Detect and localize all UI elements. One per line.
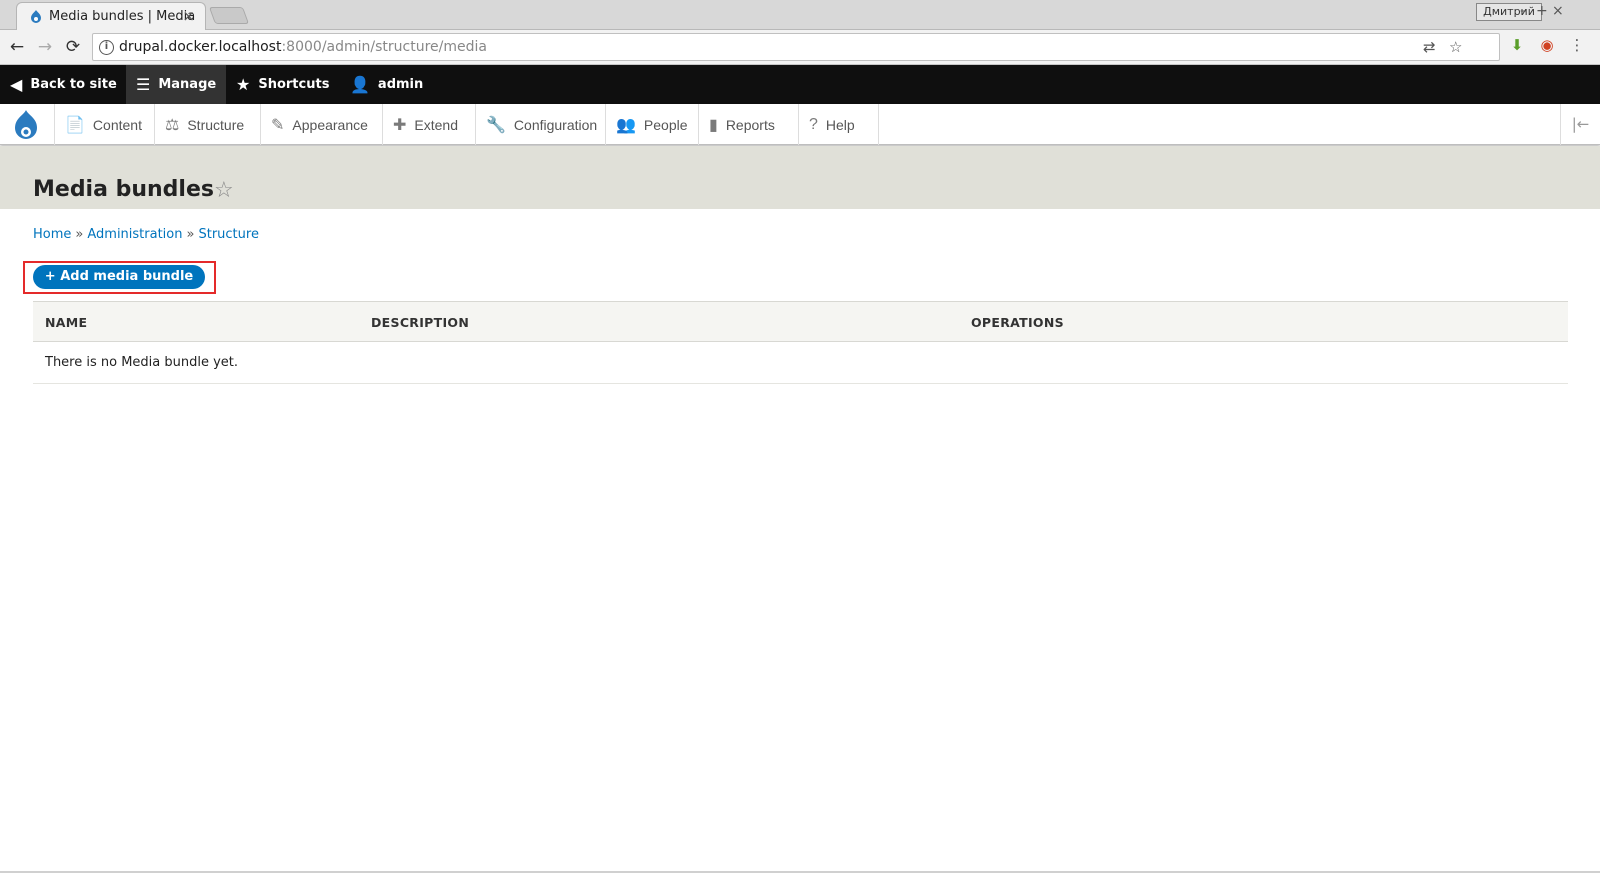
bookmark-star-icon[interactable]: ☆ bbox=[1449, 38, 1462, 56]
breadcrumb-administration[interactable]: Administration bbox=[87, 227, 182, 242]
page-header bbox=[0, 146, 1600, 209]
empty-message: There is no Media bundle yet. bbox=[45, 355, 239, 370]
translate-icon[interactable]: ⇄ bbox=[1423, 38, 1436, 56]
column-header-name[interactable]: NAME bbox=[45, 315, 87, 330]
menu-structure[interactable]: ⚖ Structure bbox=[155, 104, 261, 145]
paintbrush-icon: ✎ bbox=[271, 116, 285, 134]
user-icon: 👤 bbox=[350, 75, 370, 94]
maximize-icon[interactable]: + bbox=[1536, 3, 1548, 19]
new-tab-button[interactable] bbox=[208, 7, 250, 24]
puzzle-icon: ✚ bbox=[393, 116, 407, 134]
table-header: NAME DESCRIPTION OPERATIONS bbox=[33, 301, 1568, 342]
reload-icon[interactable]: ⟳ bbox=[60, 35, 86, 59]
people-icon: 👥 bbox=[616, 116, 636, 134]
back-to-site-link[interactable]: ◀ Back to site bbox=[0, 65, 124, 104]
column-header-description: DESCRIPTION bbox=[371, 315, 470, 330]
breadcrumb-separator: » bbox=[186, 227, 195, 242]
user-tab[interactable]: 👤 admin bbox=[340, 65, 430, 104]
browser-menu-icon[interactable]: ⋮ bbox=[1568, 36, 1586, 54]
bar-chart-icon: ▮ bbox=[709, 116, 718, 134]
menu-configuration[interactable]: 🔧 Configuration bbox=[476, 104, 606, 145]
drupal-toolbar: ◀ Back to site ☰ Manage ★ Shortcuts 👤 ad… bbox=[0, 65, 1600, 104]
breadcrumb-home[interactable]: Home bbox=[33, 227, 71, 242]
media-bundles-table: NAME DESCRIPTION OPERATIONS There is no … bbox=[33, 301, 1568, 384]
url-text: drupal.docker.localhost:8000/admin/struc… bbox=[119, 39, 487, 55]
document-icon: 📄 bbox=[65, 116, 85, 134]
manage-tab[interactable]: ☰ Manage bbox=[126, 65, 226, 104]
drupal-favicon-icon bbox=[31, 10, 41, 23]
browser-tab[interactable]: Media bundles | Media × bbox=[16, 2, 206, 30]
profile-button[interactable]: Дмитрий bbox=[1476, 3, 1542, 21]
tab-close-icon[interactable]: × bbox=[182, 7, 195, 25]
browser-toolbar: ← → ⟳ i drupal.docker.localhost:8000/adm… bbox=[0, 30, 1600, 65]
tray-orientation-toggle-icon[interactable]: |← bbox=[1560, 104, 1600, 145]
breadcrumb-separator: » bbox=[75, 227, 84, 242]
back-arrow-icon[interactable]: ← bbox=[4, 35, 30, 59]
menu-appearance[interactable]: ✎ Appearance bbox=[261, 104, 383, 145]
minimize-icon[interactable]: – bbox=[1520, 3, 1527, 19]
close-window-icon[interactable]: × bbox=[1552, 3, 1564, 19]
chevron-left-circle-icon: ◀ bbox=[10, 75, 23, 94]
hamburger-icon: ☰ bbox=[136, 75, 151, 94]
info-icon[interactable]: i bbox=[99, 40, 114, 55]
star-icon: ★ bbox=[236, 75, 251, 94]
browser-tabstrip: Media bundles | Media × Дмитрий – + × bbox=[0, 0, 1600, 30]
menu-reports[interactable]: ▮ Reports bbox=[699, 104, 799, 145]
shortcut-star-icon[interactable]: ☆ bbox=[214, 178, 234, 203]
wrench-icon: 🔧 bbox=[486, 116, 506, 134]
menu-people[interactable]: 👥 People bbox=[606, 104, 699, 145]
help-icon: ? bbox=[809, 115, 818, 133]
sitemap-icon: ⚖ bbox=[165, 116, 180, 134]
drupal-logo-icon[interactable] bbox=[0, 104, 55, 145]
breadcrumb-structure[interactable]: Structure bbox=[198, 227, 258, 242]
extension-color-icon[interactable]: ◉ bbox=[1538, 36, 1556, 54]
menu-content[interactable]: 📄 Content bbox=[55, 104, 155, 145]
add-media-bundle-button[interactable]: + Add media bundle bbox=[33, 265, 205, 289]
menu-help[interactable]: ? Help bbox=[799, 104, 879, 145]
menu-extend[interactable]: ✚ Extend bbox=[383, 104, 476, 145]
admin-menu-tray: 📄 Content ⚖ Structure ✎ Appearance ✚ Extend … bbox=[0, 104, 1600, 145]
tab-title: Media bundles | Media bbox=[49, 9, 196, 24]
page-title: Media bundles bbox=[33, 177, 214, 202]
column-header-operations: OPERATIONS bbox=[971, 315, 1064, 330]
forward-arrow-icon[interactable]: → bbox=[32, 35, 58, 59]
extension-download-icon[interactable]: ⬇ bbox=[1508, 36, 1526, 54]
shortcuts-tab[interactable]: ★ Shortcuts bbox=[226, 65, 334, 104]
address-bar[interactable]: i drupal.docker.localhost:8000/admin/str… bbox=[92, 33, 1500, 61]
breadcrumb: Home» Administration» Structure bbox=[33, 227, 259, 242]
table-empty-row: There is no Media bundle yet. bbox=[33, 342, 1568, 384]
